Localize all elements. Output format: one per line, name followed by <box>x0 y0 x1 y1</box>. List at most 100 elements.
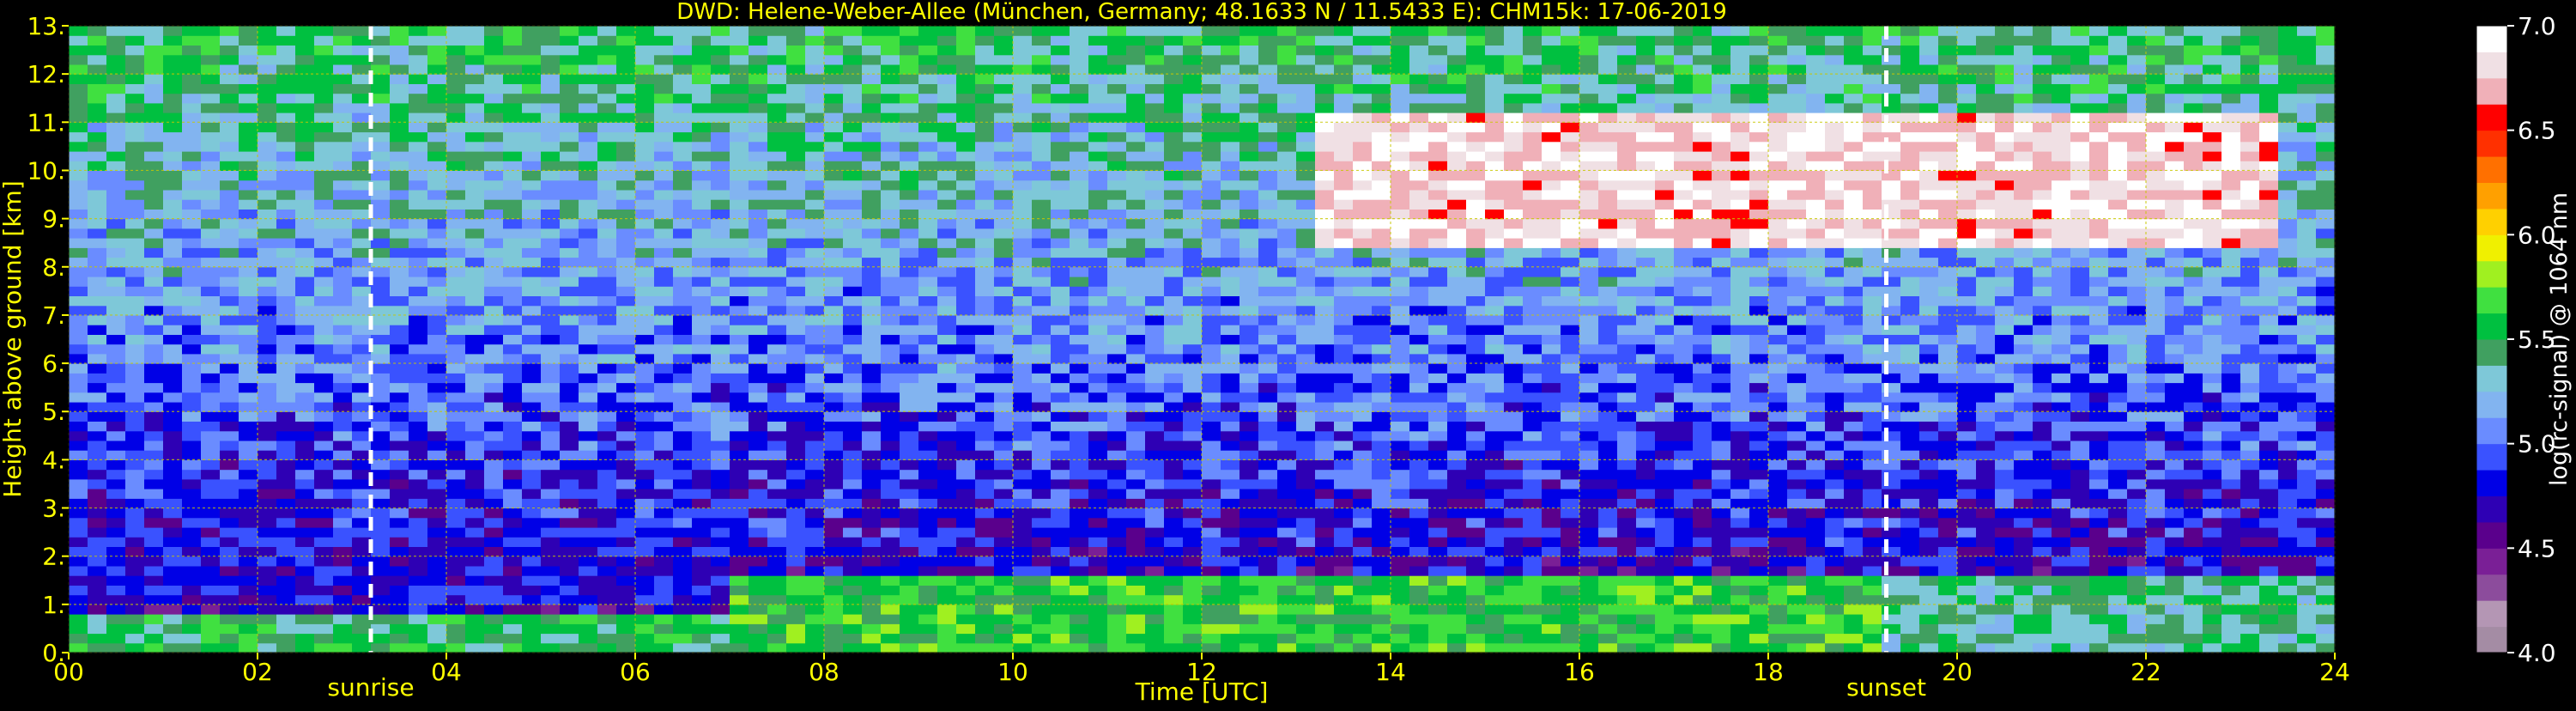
heatmap-cell <box>1315 305 1335 316</box>
heatmap-cell <box>1183 546 1203 557</box>
heatmap-cell <box>956 604 976 615</box>
heatmap-cell <box>1428 161 1448 171</box>
heatmap-cell <box>465 189 485 200</box>
heatmap-cell <box>635 112 655 123</box>
heatmap-cell <box>692 131 712 143</box>
heatmap-cell <box>579 633 598 644</box>
heatmap-cell <box>635 64 655 75</box>
heatmap-cell <box>1485 440 1505 451</box>
heatmap-cell <box>314 440 334 451</box>
heatmap-cell <box>106 209 126 220</box>
heatmap-cell <box>182 633 202 644</box>
heatmap-cell <box>106 295 126 307</box>
heatmap-cell <box>616 83 636 94</box>
heatmap-cell <box>786 565 806 576</box>
heatmap-cell <box>427 537 447 547</box>
heatmap-cell <box>314 170 334 181</box>
heatmap-cell <box>673 507 693 519</box>
heatmap-cell <box>1126 276 1146 287</box>
heatmap-cell <box>579 314 598 325</box>
heatmap-cell <box>805 305 825 316</box>
heatmap-cell <box>616 594 636 605</box>
heatmap-cell <box>1032 633 1052 644</box>
heatmap-cell <box>201 614 221 624</box>
heatmap-cell <box>1296 151 1316 161</box>
heatmap-cell <box>276 489 296 499</box>
heatmap-cell <box>711 83 730 94</box>
heatmap-cell <box>409 325 428 335</box>
heatmap-cell <box>597 450 617 460</box>
heatmap-cell <box>276 83 296 94</box>
heatmap-cell <box>295 64 315 75</box>
heatmap-cell <box>1334 614 1354 624</box>
heatmap-cell <box>409 498 428 509</box>
heatmap-cell <box>1447 633 1467 644</box>
heatmap-cell <box>654 286 674 296</box>
heatmap-cell <box>900 353 919 364</box>
heatmap-cell <box>1088 507 1108 519</box>
heatmap-cell <box>730 170 749 181</box>
heatmap-cell <box>163 83 183 94</box>
heatmap-cell <box>635 440 655 451</box>
heatmap-cell <box>1051 257 1070 268</box>
heatmap-cell <box>767 373 787 384</box>
heatmap-cell <box>881 604 900 615</box>
heatmap-cell <box>276 642 296 653</box>
heatmap-cell <box>484 421 504 432</box>
heatmap-cell <box>258 469 277 480</box>
heatmap-cell <box>1107 64 1127 75</box>
heatmap-cell <box>295 546 315 557</box>
heatmap-cell <box>937 430 957 441</box>
heatmap-cell <box>446 594 466 605</box>
heatmap-cell <box>390 430 409 441</box>
heatmap-cell <box>371 64 391 75</box>
heatmap-cell <box>427 305 447 316</box>
heatmap-cell <box>1485 459 1505 471</box>
heatmap-cell <box>1164 131 1184 143</box>
heatmap-cell <box>333 633 353 644</box>
heatmap-cell <box>371 295 391 307</box>
heatmap-cell <box>182 64 202 75</box>
heatmap-cell <box>730 161 749 171</box>
heatmap-cell <box>427 131 447 143</box>
heatmap-cell <box>900 459 919 471</box>
heatmap-cell <box>1107 218 1127 229</box>
heatmap-cell <box>522 517 542 528</box>
heatmap-cell <box>900 189 919 200</box>
heatmap-cell <box>937 556 957 567</box>
heatmap-cell <box>749 411 768 422</box>
heatmap-cell <box>106 54 126 65</box>
heatmap-cell <box>956 26 976 36</box>
heatmap-cell <box>201 440 221 451</box>
heatmap-cell <box>1277 604 1297 615</box>
heatmap-cell <box>465 343 485 355</box>
heatmap-cell <box>220 131 239 143</box>
heatmap-cell <box>484 498 504 509</box>
heatmap-cell <box>1107 402 1127 412</box>
heatmap-cell <box>1013 604 1033 615</box>
heatmap-cell <box>390 585 409 596</box>
heatmap-cell <box>1504 614 1524 624</box>
heatmap-cell <box>824 614 844 624</box>
heatmap-cell <box>1409 402 1429 412</box>
heatmap-cell <box>144 498 164 509</box>
heatmap-cell <box>88 102 107 113</box>
heatmap-cell <box>749 122 768 133</box>
heatmap-cell <box>125 469 145 480</box>
heatmap-cell <box>541 604 561 615</box>
heatmap-cell <box>1466 546 1486 557</box>
heatmap-cell <box>201 517 221 528</box>
heatmap-cell <box>144 131 164 143</box>
heatmap-cell <box>69 507 88 519</box>
heatmap-cell <box>446 450 466 460</box>
heatmap-cell <box>1447 276 1467 287</box>
heatmap-cell <box>579 266 598 277</box>
heatmap-cell <box>88 421 107 432</box>
heatmap-cell <box>1107 257 1127 268</box>
heatmap-cell <box>201 527 221 538</box>
heatmap-cell <box>597 594 617 605</box>
heatmap-cell <box>446 392 466 403</box>
heatmap-cell <box>1088 131 1108 143</box>
heatmap-cell <box>1164 314 1184 325</box>
heatmap-cell <box>314 199 334 210</box>
